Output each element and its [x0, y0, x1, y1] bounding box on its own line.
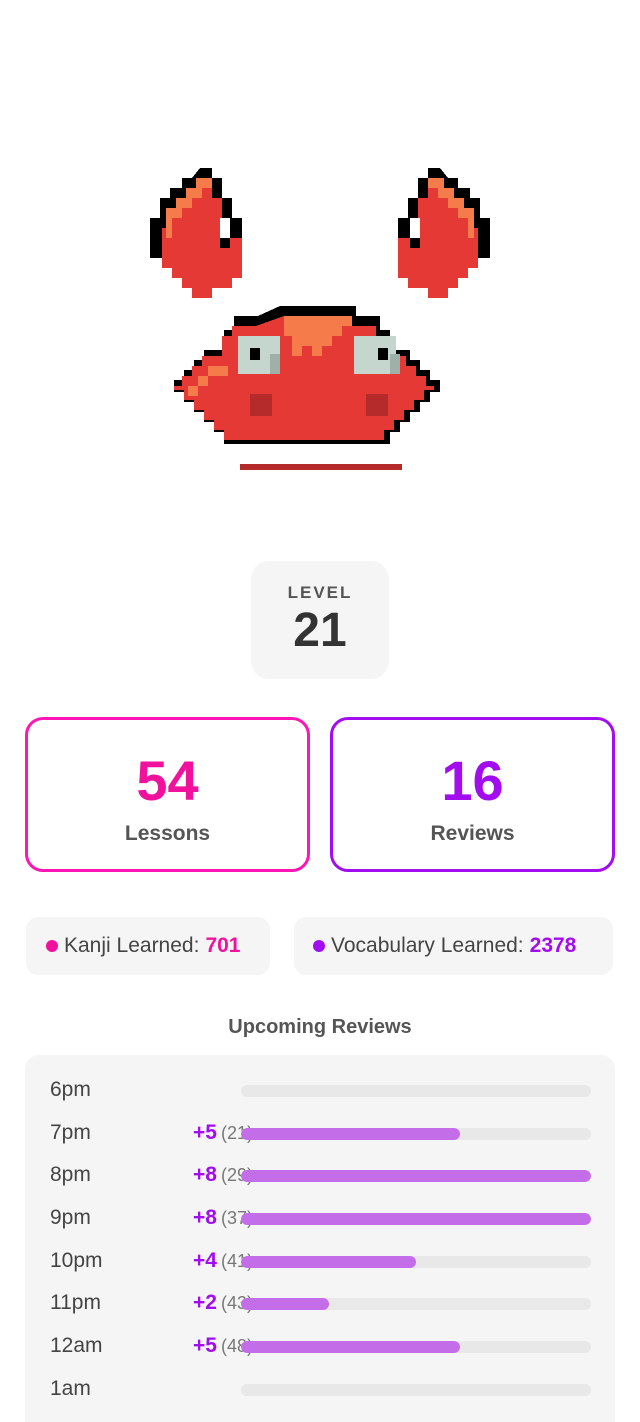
review-time: 6pm	[50, 1078, 91, 1101]
vocabulary-learned-label: Vocabulary Learned:	[331, 934, 524, 957]
review-progress-fill	[241, 1256, 416, 1268]
review-row: 11pm +2 (43)	[25, 1287, 615, 1317]
vocabulary-learned-value: 2378	[529, 934, 577, 957]
review-added: +8	[193, 1163, 217, 1186]
review-progress-track	[241, 1341, 591, 1353]
review-progress-track	[241, 1256, 591, 1268]
review-row: 1am -	[25, 1373, 615, 1403]
vocabulary-dot-icon	[313, 940, 325, 952]
reviews-count: 16	[441, 749, 504, 812]
review-time: 7pm	[50, 1121, 91, 1144]
review-time: 9pm	[50, 1206, 91, 1229]
review-added: +5	[193, 1121, 217, 1144]
review-added: +5	[193, 1334, 217, 1357]
review-progress-fill	[241, 1128, 460, 1140]
upcoming-reviews-list: 6pm - 7pm +5(21) 8pm +8(29) 9pm +8(37) 1…	[25, 1055, 615, 1422]
review-progress-fill	[241, 1298, 329, 1310]
pixel-crab-icon	[150, 168, 490, 470]
review-added: +8	[193, 1206, 217, 1229]
upcoming-reviews-title: Upcoming Reviews	[228, 1016, 412, 1038]
mascot	[0, 150, 640, 490]
review-time: 11pm	[50, 1291, 101, 1314]
kanji-learned-badge: Kanji Learned: 701	[26, 917, 270, 975]
review-row: 10pm +4 (41)	[25, 1245, 615, 1275]
review-row: 12am +5 (48)	[25, 1330, 615, 1360]
review-progress-track	[241, 1213, 591, 1225]
review-progress-fill	[241, 1341, 460, 1353]
review-progress-track	[241, 1085, 591, 1097]
review-progress-fill	[241, 1213, 591, 1225]
level-card: LEVEL 21	[251, 561, 389, 679]
lessons-card[interactable]: 54 Lessons	[25, 717, 310, 872]
review-added: +2	[193, 1291, 217, 1314]
kanji-learned-value: 701	[205, 934, 241, 957]
lessons-label: Lessons	[124, 822, 211, 845]
review-progress-track	[241, 1170, 591, 1182]
level-label: LEVEL	[287, 583, 353, 602]
vocabulary-learned-badge: Vocabulary Learned: 2378	[294, 917, 613, 975]
level-value: 21	[293, 604, 347, 657]
review-progress-track	[241, 1384, 591, 1396]
review-row: 9pm +8 (37)	[25, 1202, 615, 1232]
kanji-learned-label: Kanji Learned:	[64, 934, 200, 957]
review-row: 6pm -	[25, 1074, 615, 1104]
review-progress-fill	[241, 1170, 591, 1182]
review-added: +4	[193, 1249, 217, 1272]
review-time: 10pm	[50, 1249, 103, 1272]
reviews-label: Reviews	[430, 822, 515, 845]
review-time: 8pm	[50, 1163, 91, 1186]
review-progress-track	[241, 1298, 591, 1310]
review-row: 7pm +5 (21)	[25, 1117, 615, 1147]
review-time: 12am	[50, 1334, 103, 1357]
review-time: 1am	[50, 1377, 91, 1400]
reviews-card[interactable]: 16 Reviews	[330, 717, 615, 872]
lessons-count: 54	[136, 749, 199, 812]
review-progress-track	[241, 1128, 591, 1140]
review-row: 8pm +8 (29)	[25, 1159, 615, 1189]
kanji-dot-icon	[46, 940, 58, 952]
